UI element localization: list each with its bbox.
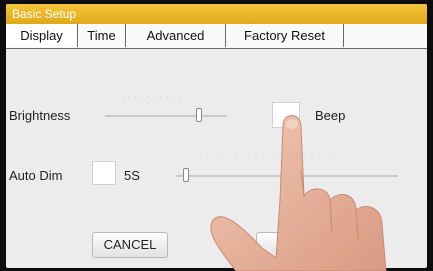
auto-dim-slider-track[interactable] xyxy=(176,175,398,177)
beep-checkbox[interactable] xyxy=(272,102,300,128)
beep-label: Beep xyxy=(315,108,346,123)
brightness-label: Brightness xyxy=(9,108,71,123)
cancel-button[interactable]: CANCEL xyxy=(92,232,168,258)
title-bar: Basic Setup xyxy=(6,4,427,24)
settings-screen: Basic Setup Display Time Advanced Factor… xyxy=(6,4,427,268)
tab-bar: Display Time Advanced Factory Reset xyxy=(6,24,427,49)
auto-dim-slider-handle[interactable] xyxy=(183,168,189,182)
auto-dim-tick-marks: · · · · · · · · · · xyxy=(206,154,335,161)
tab-time[interactable]: Time xyxy=(78,24,126,47)
tab-advanced[interactable]: Advanced xyxy=(126,24,226,47)
tab-factory-reset[interactable]: Factory Reset xyxy=(226,24,344,47)
auto-dim-label: Auto Dim xyxy=(9,168,63,183)
ok-button[interactable] xyxy=(256,232,332,258)
brightness-slider-track[interactable] xyxy=(105,115,227,117)
auto-dim-checkbox[interactable] xyxy=(92,161,116,185)
brightness-slider-handle[interactable] xyxy=(196,108,202,122)
brightness-tick-marks: · · · · · · · · · · xyxy=(122,94,181,101)
tab-display[interactable]: Display xyxy=(6,24,78,47)
window-title: Basic Setup xyxy=(12,7,77,21)
auto-dim-value: 5S xyxy=(124,168,140,183)
